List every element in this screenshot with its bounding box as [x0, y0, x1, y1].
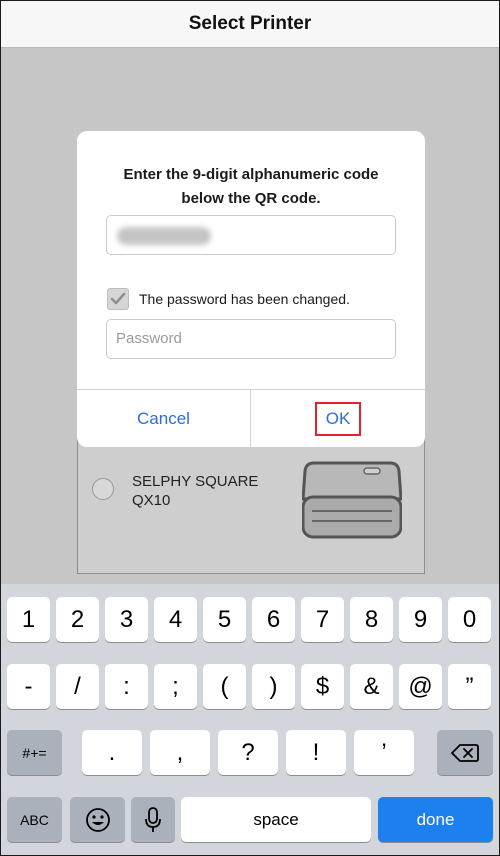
key-4[interactable]: 4	[154, 597, 197, 642]
symbols-key[interactable]: #+=	[7, 730, 62, 775]
password-changed-label: The password has been changed.	[139, 291, 350, 307]
radio-button[interactable]	[92, 478, 114, 500]
key-5[interactable]: 5	[203, 597, 246, 642]
code-input[interactable]	[106, 215, 396, 255]
ok-button[interactable]: OK	[251, 390, 425, 447]
key-7[interactable]: 7	[301, 597, 344, 642]
ok-label: OK	[314, 401, 362, 436]
printer-icon	[302, 461, 402, 539]
key-9[interactable]: 9	[399, 597, 442, 642]
key-hyphen[interactable]: -	[7, 664, 50, 709]
key-dollar[interactable]: $	[301, 664, 344, 709]
key-period[interactable]: .	[82, 730, 142, 775]
abc-key[interactable]: ABC	[7, 797, 62, 842]
key-question[interactable]: ?	[218, 730, 278, 775]
cancel-label: Cancel	[137, 408, 190, 428]
emoji-key[interactable]	[70, 797, 125, 842]
password-input[interactable]: Password	[106, 319, 396, 359]
key-ampersand[interactable]: &	[350, 664, 393, 709]
checkmark-icon	[110, 292, 126, 305]
printer-name-line2: QX10	[132, 492, 171, 509]
key-slash[interactable]: /	[56, 664, 99, 709]
printer-name-line1: SELPHY SQUARE	[132, 473, 259, 490]
printer-name: SELPHY SQUARE QX10	[132, 472, 272, 510]
key-colon[interactable]: :	[105, 664, 148, 709]
key-at[interactable]: @	[399, 664, 442, 709]
password-changed-checkbox[interactable]	[107, 288, 129, 310]
key-open-paren[interactable]: (	[203, 664, 246, 709]
obscured-code-value	[117, 227, 211, 245]
emoji-icon	[85, 807, 110, 832]
microphone-icon	[145, 806, 161, 832]
microphone-key[interactable]	[131, 797, 175, 842]
key-0[interactable]: 0	[448, 597, 491, 642]
done-key[interactable]: done	[378, 797, 493, 842]
numeric-keyboard: 1 2 3 4 5 6 7 8 9 0 - / : ; ( ) $ & @ ” …	[1, 584, 499, 855]
key-1[interactable]: 1	[7, 597, 50, 642]
key-quote[interactable]: ”	[448, 664, 491, 709]
cancel-button[interactable]: Cancel	[77, 390, 250, 447]
prompt-line-2: below the QR code.	[181, 190, 321, 207]
space-key[interactable]: space	[181, 797, 371, 842]
dialog-prompt: Enter the 9-digit alphanumeric code belo…	[77, 163, 425, 211]
password-placeholder: Password	[116, 330, 182, 347]
key-comma[interactable]: ,	[150, 730, 210, 775]
key-6[interactable]: 6	[252, 597, 295, 642]
code-entry-dialog: Enter the 9-digit alphanumeric code belo…	[77, 131, 425, 447]
printer-list-item[interactable]: SELPHY SQUARE QX10	[77, 431, 425, 574]
navigation-bar: Select Printer	[1, 1, 499, 48]
key-exclamation[interactable]: !	[286, 730, 346, 775]
backspace-key[interactable]	[437, 730, 493, 775]
key-apostrophe[interactable]: ’	[354, 730, 414, 775]
page-title: Select Printer	[188, 13, 312, 34]
key-semicolon[interactable]: ;	[154, 664, 197, 709]
key-2[interactable]: 2	[56, 597, 99, 642]
app-screen: Select Printer SELPHY SQUARE QX10 Enter …	[0, 0, 500, 856]
backspace-icon	[451, 743, 479, 762]
key-close-paren[interactable]: )	[252, 664, 295, 709]
prompt-line-1: Enter the 9-digit alphanumeric code	[123, 166, 379, 183]
key-8[interactable]: 8	[350, 597, 393, 642]
key-3[interactable]: 3	[105, 597, 148, 642]
